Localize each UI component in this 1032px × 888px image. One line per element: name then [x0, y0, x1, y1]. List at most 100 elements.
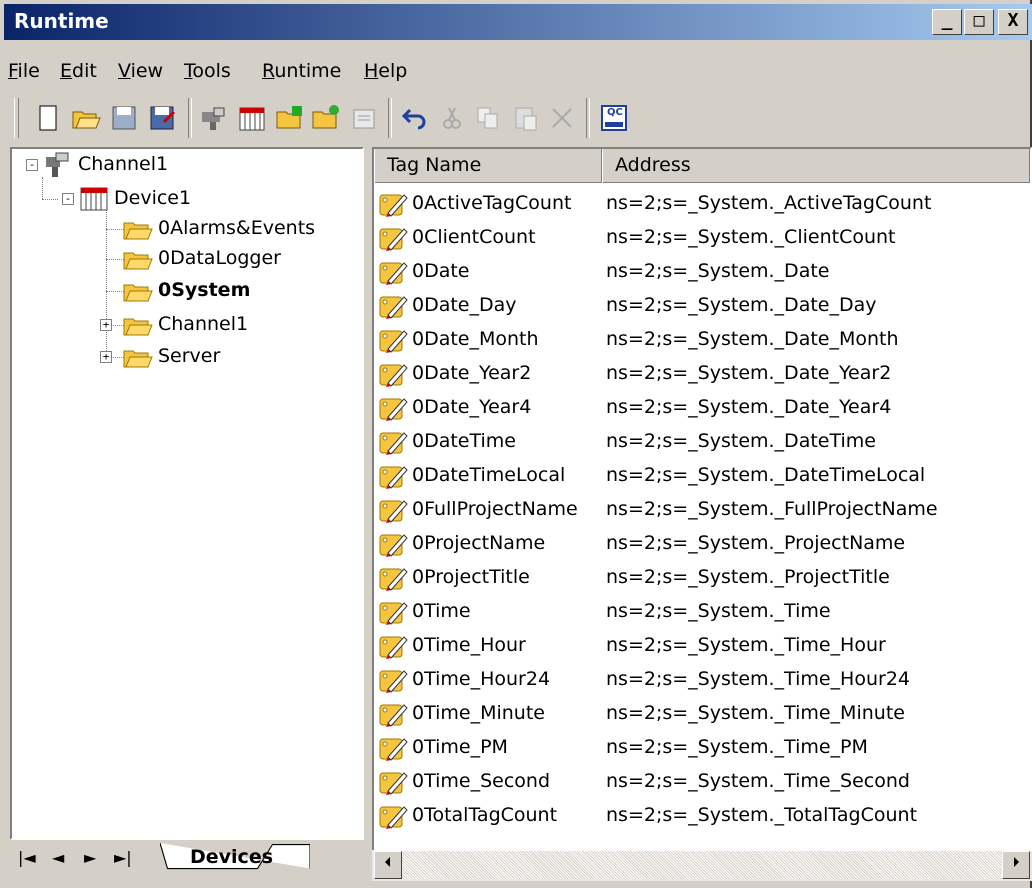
menu-view[interactable]: View	[118, 60, 163, 82]
tag-icon	[379, 262, 408, 285]
device-icon	[80, 187, 108, 211]
tag-name-cell: 0Date_Month	[412, 328, 539, 350]
table-row[interactable]: 0FullProjectName ns=2;s=_System._FullProj…	[374, 493, 1014, 527]
tag-name-cell: 0ProjectTitle	[412, 566, 530, 588]
new-channel-button[interactable]	[198, 102, 230, 134]
menu-edit[interactable]: Edit	[60, 60, 97, 82]
new-button[interactable]	[32, 102, 64, 134]
save-button[interactable]	[108, 102, 140, 134]
address-cell: ns=2;s=_System._ActiveTagCount	[606, 192, 932, 214]
tag-icon	[379, 738, 408, 761]
tag-icon	[379, 330, 408, 353]
menu-file[interactable]: File	[8, 60, 40, 82]
copy-icon	[477, 107, 498, 129]
collapse-icon[interactable]: -	[26, 159, 38, 171]
tag-name-cell: 0FullProjectName	[412, 498, 578, 520]
cut-button[interactable]	[436, 102, 468, 134]
minimize-button[interactable]: _	[932, 9, 962, 35]
new-group-icon	[276, 106, 302, 129]
tag-icon	[379, 704, 408, 727]
table-row[interactable]: 0DateTime ns=2;s=_System._DateTime	[374, 425, 1014, 459]
devices-tab-label[interactable]: Devices	[190, 846, 273, 868]
table-row[interactable]: 0TotalTagCount ns=2;s=_System._TotalTagCo…	[374, 799, 1014, 833]
tag-icon	[379, 636, 408, 659]
address-cell: ns=2;s=_System._ProjectTitle	[606, 566, 890, 588]
new-group-button[interactable]	[274, 102, 306, 134]
paste-icon	[515, 107, 537, 131]
delete-button[interactable]	[546, 102, 578, 134]
toolbar-grip[interactable]	[14, 98, 19, 138]
scroll-left-button[interactable]	[374, 851, 402, 879]
table-row[interactable]: 0Date ns=2;s=_System._Date	[374, 255, 1014, 289]
nav-first-button[interactable]: |◄	[18, 848, 36, 867]
table-row[interactable]: 0Time_Hour24 ns=2;s=_System._Time_Hour24	[374, 663, 1014, 697]
table-row[interactable]: 0ProjectName ns=2;s=_System._ProjectName	[374, 527, 1014, 561]
table-row[interactable]: 0Time_Minute ns=2;s=_System._Time_Minute	[374, 697, 1014, 731]
horizontal-scrollbar[interactable]	[372, 850, 1032, 881]
undo-icon	[401, 108, 426, 130]
tag-icon	[379, 602, 408, 625]
table-row[interactable]: 0ActiveTagCount ns=2;s=_System._ActiveTag…	[374, 187, 1014, 221]
table-row[interactable]: 0Time_Hour ns=2;s=_System._Time_Hour	[374, 629, 1014, 663]
tag-icon	[379, 432, 408, 455]
nav-next-button[interactable]: ►	[84, 848, 96, 867]
tag-list-pane[interactable]: Tag Name Address 0ActiveTagCount ns=2;s=_…	[372, 147, 1032, 880]
device-tree-pane[interactable]: - Channel1 - Device1 0Alarms&Events 0DataLogg…	[10, 147, 364, 840]
save-as-button[interactable]	[146, 102, 178, 134]
open-button[interactable]	[70, 102, 102, 134]
table-row[interactable]: 0Time_Second ns=2;s=_System._Time_Second	[374, 765, 1014, 799]
open-icon	[72, 111, 101, 129]
scroll-track[interactable]	[402, 851, 1006, 879]
tag-name-cell: 0Time_Hour	[412, 634, 526, 656]
table-row[interactable]: 0ProjectTitle ns=2;s=_System._ProjectTitl…	[374, 561, 1014, 595]
tree-tab-strip: |◄ ◄ ► ►| Devices	[10, 840, 364, 880]
maximize-glyph: □	[973, 10, 985, 31]
tree-line	[106, 209, 107, 357]
minimize-glyph: _	[941, 10, 953, 31]
table-row[interactable]: 0Time ns=2;s=_System._Time	[374, 595, 1014, 629]
tree-node-label: 0DataLogger	[158, 247, 281, 269]
address-header[interactable]: Address	[602, 149, 1030, 183]
properties-button[interactable]	[348, 102, 380, 134]
table-row[interactable]: 0Time_PM ns=2;s=_System._Time_PM	[374, 731, 1014, 765]
menu-tools[interactable]: Tools	[184, 60, 231, 82]
close-button[interactable]: X	[998, 9, 1028, 35]
tag-name-cell: 0Time_Minute	[412, 702, 545, 724]
table-row[interactable]: 0Date_Month ns=2;s=_System._Date_Month	[374, 323, 1014, 357]
table-row[interactable]: 0DateTimeLocal ns=2;s=_System._DateTimeLo…	[374, 459, 1014, 493]
scroll-right-button[interactable]	[1002, 851, 1030, 879]
quick-client-button[interactable]: QC	[598, 102, 630, 134]
tag-icon	[379, 772, 408, 795]
expand-icon[interactable]: +	[100, 351, 112, 363]
collapse-icon[interactable]: -	[62, 193, 74, 205]
nav-prev-button[interactable]: ◄	[52, 848, 64, 867]
new-device-button[interactable]	[236, 102, 268, 134]
paste-button[interactable]	[510, 102, 542, 134]
address-cell: ns=2;s=_System._Time	[606, 600, 831, 622]
undo-button[interactable]	[400, 102, 432, 134]
title-bar[interactable]: Runtime _ □ X	[4, 4, 1032, 40]
menu-help[interactable]: Help	[364, 60, 407, 82]
address-cell: ns=2;s=_System._Time_Hour	[606, 634, 886, 656]
tree-line	[42, 199, 58, 200]
table-row[interactable]: 0Date_Day ns=2;s=_System._Date_Day	[374, 289, 1014, 323]
delete-icon	[552, 108, 572, 128]
tag-name-cell: 0ProjectName	[412, 532, 546, 554]
arrow-left-icon	[385, 857, 390, 867]
table-row[interactable]: 0Date_Year4 ns=2;s=_System._Date_Year4	[374, 391, 1014, 425]
new-tag-button[interactable]	[310, 102, 342, 134]
table-row[interactable]: 0ClientCount ns=2;s=_System._ClientCount	[374, 221, 1014, 255]
address-cell: ns=2;s=_System._Time_Second	[606, 770, 910, 792]
folder-icon	[123, 318, 153, 336]
table-row[interactable]: 0Date_Year2 ns=2;s=_System._Date_Year2	[374, 357, 1014, 391]
tag-name-header[interactable]: Tag Name	[374, 149, 602, 183]
nav-last-button[interactable]: ►|	[114, 848, 132, 867]
maximize-button[interactable]: □	[964, 9, 994, 35]
tree-node-label: 0Alarms&Events	[158, 217, 316, 239]
cut-icon	[443, 107, 461, 129]
menu-runtime[interactable]: Runtime	[262, 60, 341, 82]
copy-button[interactable]	[472, 102, 504, 134]
expand-icon[interactable]: +	[100, 319, 112, 331]
new-device-icon	[239, 107, 265, 131]
tag-name-cell: 0Date_Day	[412, 294, 517, 316]
